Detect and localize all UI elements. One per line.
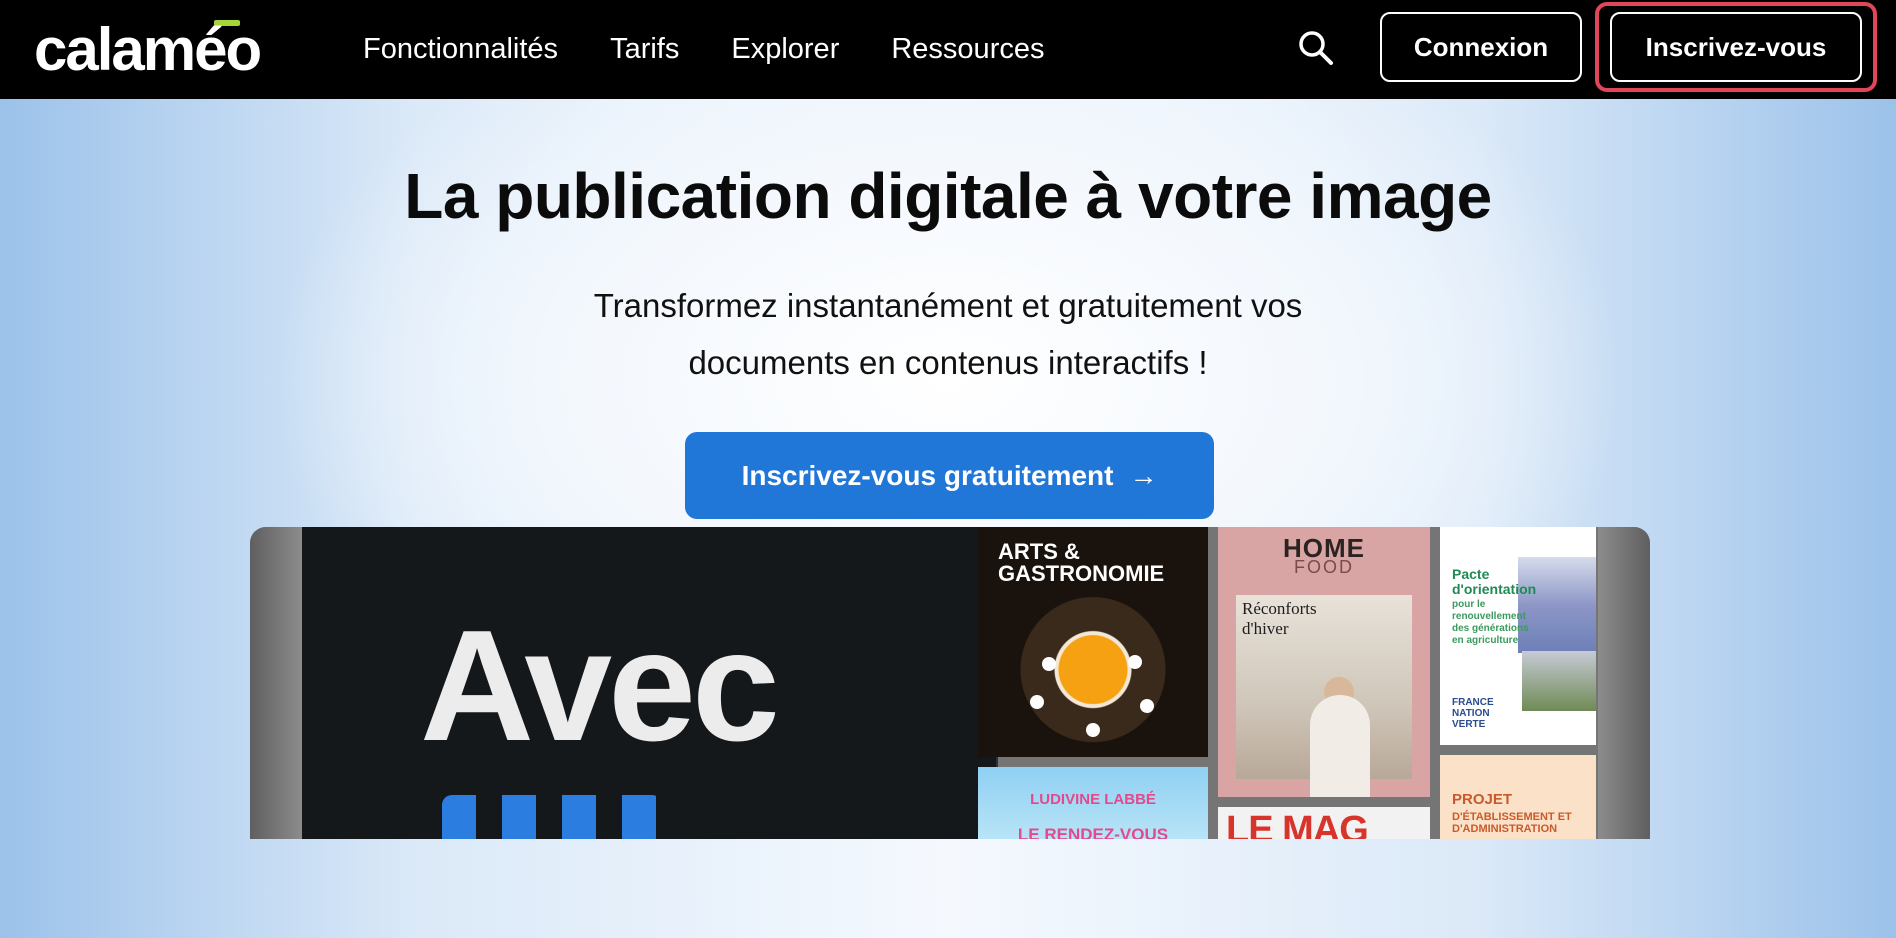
hero-subtitle-line-2: documents en contenus interactifs ! xyxy=(688,344,1208,381)
logo-wordmark: calaméo xyxy=(34,16,262,80)
flower-decoration xyxy=(1140,699,1154,713)
showcase-big-text: Avec xyxy=(420,598,780,774)
main-menu: Fonctionnalités Tarifs Explorer Ressourc… xyxy=(363,0,1096,99)
magazine-cover-arts-gastronomie: ARTS & GASTRONOMIE xyxy=(978,527,1208,757)
top-navbar: calaméo Fonctionnalités Tarifs Explorer … xyxy=(0,0,1896,99)
home-subtitle: FOOD xyxy=(1294,557,1354,577)
nav-link-tarifs[interactable]: Tarifs xyxy=(610,33,679,66)
search-icon xyxy=(1299,31,1333,65)
magazine-cover-le-mag: LE MAG xyxy=(1218,807,1430,839)
flower-decoration xyxy=(1030,695,1044,709)
login-button[interactable]: Connexion xyxy=(1380,12,1582,82)
pacte-cover-image xyxy=(1522,651,1596,711)
nav-link-explorer[interactable]: Explorer xyxy=(731,33,839,66)
magazine-cover-projet: PROJET D'ÉTABLISSEMENT ET D'ADMINISTRATI… xyxy=(1440,755,1596,839)
projet-title: PROJET xyxy=(1452,791,1513,808)
showcase-left-edge xyxy=(250,527,302,839)
nav-link-ressources[interactable]: Ressources xyxy=(891,33,1044,66)
magazine-cover-ludivine: LUDIVINE LABBÉ LE RENDEZ-VOUS xyxy=(978,767,1208,839)
signup-button[interactable]: Inscrivez-vous xyxy=(1610,12,1862,82)
flower-decoration xyxy=(1086,723,1100,737)
home-headline: Réconforts d'hiver xyxy=(1242,599,1317,638)
arts-title-line-1: ARTS & xyxy=(998,539,1080,564)
projet-subtitle: D'ÉTABLISSEMENT ET D'ADMINISTRATION xyxy=(1452,811,1572,835)
search-button[interactable] xyxy=(1296,28,1336,68)
arts-title-line-2: GASTRONOMIE xyxy=(998,561,1165,586)
pacte-title: Pacte d'orientation xyxy=(1452,566,1537,597)
flower-decoration xyxy=(1128,655,1142,669)
hero-subtitle: Transformez instantanément et gratuiteme… xyxy=(498,277,1398,391)
arrow-right-icon: → xyxy=(1129,459,1158,491)
signup-free-cta-button[interactable]: Inscrivez-vous gratuitement → xyxy=(685,432,1214,519)
flower-decoration xyxy=(1042,657,1056,671)
lemag-title: LE MAG xyxy=(1226,809,1369,839)
person-illustration xyxy=(1310,695,1370,797)
showcase-preview: Avec ARTS & GASTRONOMIE LUDIVINE LABBÉ L… xyxy=(250,527,1650,839)
showcase-dark-panel: Avec xyxy=(302,527,998,839)
showcase-blue-text-fragment xyxy=(442,795,662,839)
pacte-footer: FRANCE NATION VERTE xyxy=(1452,697,1494,730)
showcase-right-edge xyxy=(1598,527,1650,839)
magazine-cover-home-food: HOME FOOD Réconforts d'hiver xyxy=(1218,527,1430,797)
hero-title: La publication digitale à votre image xyxy=(404,160,1492,232)
nav-link-fonctionnalites[interactable]: Fonctionnalités xyxy=(363,33,558,66)
cta-label: Inscrivez-vous gratuitement xyxy=(741,459,1114,491)
ludivine-title: LUDIVINE LABBÉ xyxy=(1030,791,1156,808)
calameo-logo[interactable]: calaméo xyxy=(34,16,280,80)
magazine-cover-pacte: Pacte d'orientation pour le renouvelleme… xyxy=(1440,527,1596,745)
hero-subtitle-line-1: Transformez instantanément et gratuiteme… xyxy=(593,287,1303,324)
svg-text:calaméo: calaméo xyxy=(34,16,260,80)
ludivine-subtitle: LE RENDEZ-VOUS xyxy=(1017,825,1169,839)
pacte-subtitle: pour le renouvellement des générations e… xyxy=(1452,599,1529,646)
